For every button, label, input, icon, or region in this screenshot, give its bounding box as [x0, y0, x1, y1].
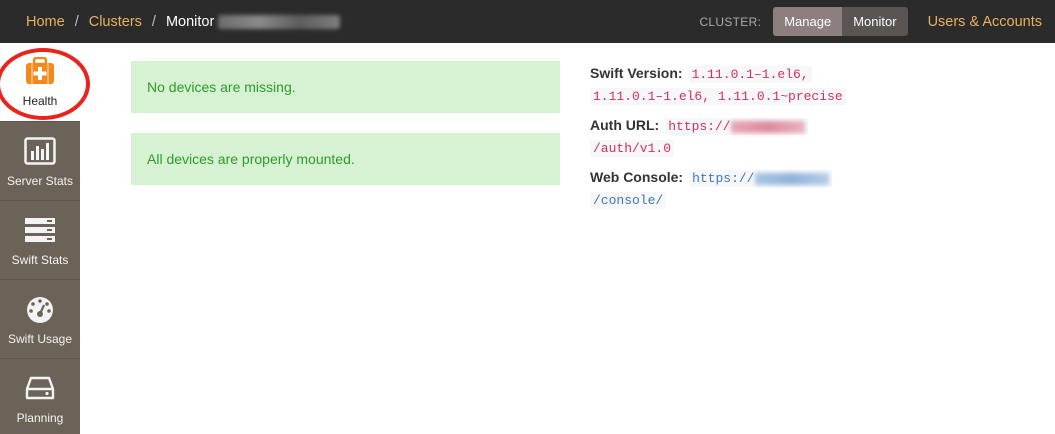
server-stack-icon: [24, 215, 56, 245]
sidebar-item-swift-stats[interactable]: Swift Stats: [0, 201, 80, 280]
top-navbar: Home / Clusters / Monitor CLUSTER: Manag…: [0, 0, 1055, 43]
auth-url-label: Auth URL:: [590, 117, 660, 133]
sidebar-item-server-stats[interactable]: Server Stats: [0, 122, 80, 201]
breadcrumb-home-link[interactable]: Home: [26, 14, 65, 30]
sidebar: Health Server Stats Swift Stats Swift Us…: [0, 43, 80, 434]
auth-url-row: Auth URL: https:// /auth/v1.0: [590, 115, 890, 159]
breadcrumb-current: Monitor: [165, 13, 215, 30]
swift-version-row: Swift Version: 1.11.0.1–1.el6, 1.11.0.1–1…: [590, 63, 890, 107]
cluster-mode-toggle: Manage Monitor: [773, 7, 908, 36]
sidebar-item-swift-usage[interactable]: Swift Usage: [0, 280, 80, 359]
alert-text: No devices are missing.: [147, 79, 296, 95]
dashboard-gauge-icon: [24, 294, 56, 324]
sidebar-item-label: Swift Usage: [7, 332, 73, 346]
breadcrumb-separator: /: [74, 13, 79, 30]
alert-no-missing-devices: No devices are missing.: [131, 61, 560, 113]
hard-drive-icon: [24, 373, 56, 403]
bar-chart-icon: [24, 136, 56, 166]
breadcrumb: Home / Clusters / Monitor: [0, 13, 341, 30]
alert-devices-mounted: All devices are properly mounted.: [131, 133, 560, 185]
cluster-label: CLUSTER:: [699, 14, 762, 29]
auth-url-path: /auth/v1.0: [590, 140, 675, 157]
sidebar-item-health[interactable]: Health: [0, 43, 80, 122]
web-console-prefix: https://: [692, 171, 755, 186]
users-accounts-link[interactable]: Users & Accounts: [928, 14, 1042, 30]
medkit-icon: [24, 56, 56, 86]
sidebar-item-label: Planning: [16, 411, 64, 425]
sidebar-item-label: Swift Stats: [11, 253, 69, 267]
web-console-path-link[interactable]: /console/: [590, 192, 667, 209]
swift-version-value-line1: 1.11.0.1–1.el6,: [688, 66, 812, 83]
redacted-cluster-name: [218, 14, 341, 29]
monitor-button[interactable]: Monitor: [842, 7, 908, 36]
redacted-ip: [754, 172, 829, 185]
auth-url-prefix: https://: [668, 119, 731, 134]
sidebar-item-label: Health: [22, 94, 58, 108]
auth-url-value: https://: [665, 118, 808, 135]
right-nav: CLUSTER: Manage Monitor Users & Accounts: [699, 0, 1055, 43]
breadcrumb-clusters-link[interactable]: Clusters: [89, 14, 142, 30]
redacted-ip: [730, 120, 805, 133]
manage-button[interactable]: Manage: [773, 7, 843, 36]
breadcrumb-separator: /: [151, 13, 156, 30]
alert-text: All devices are properly mounted.: [147, 151, 355, 167]
swift-version-label: Swift Version:: [590, 65, 683, 81]
web-console-row: Web Console: https:// /console/: [590, 167, 890, 211]
sidebar-item-planning[interactable]: Planning: [0, 359, 80, 434]
swift-version-value-line2: 1.11.0.1–1.el6, 1.11.0.1~precise: [590, 88, 846, 105]
web-console-label: Web Console:: [590, 169, 684, 185]
web-console-link[interactable]: https://: [689, 170, 832, 187]
sidebar-item-label: Server Stats: [6, 174, 74, 188]
cluster-info-panel: Swift Version: 1.11.0.1–1.el6, 1.11.0.1–1…: [590, 63, 890, 219]
